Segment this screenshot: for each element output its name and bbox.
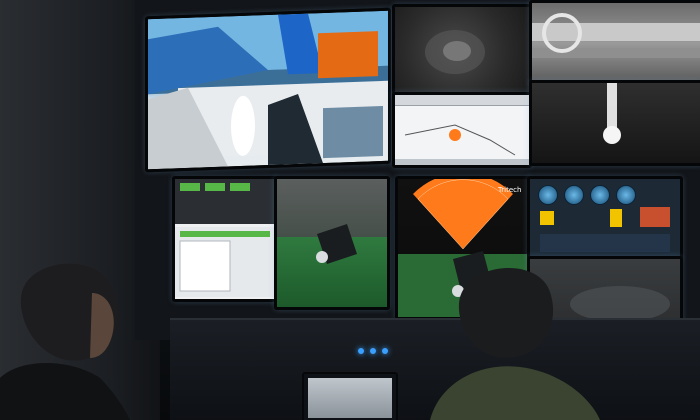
console-led (358, 348, 364, 354)
control-room-scene: Tritech (0, 0, 700, 420)
subsea-camera-feed-2 (603, 83, 621, 144)
telemetry-panels (175, 179, 275, 297)
console-led (382, 348, 388, 354)
telemetry-monitor (172, 176, 278, 302)
subsea-camera-feed-1 (425, 30, 485, 74)
rov-status-graphics (540, 207, 670, 252)
pipe-camera-feed (532, 13, 700, 58)
subsea-camera-monitor-2 (529, 80, 700, 166)
pipe-camera-monitor (529, 0, 700, 86)
console-led (370, 348, 376, 354)
navigation-software-monitor (392, 92, 532, 168)
navigation-toolbar (395, 95, 529, 106)
deck-camera-feed (148, 10, 388, 170)
rov-status-monitor (527, 176, 683, 260)
subsea-camera-monitor-1 (392, 4, 532, 98)
deck-camera-monitor (145, 7, 391, 173)
sonar-brand-label: Tritech (498, 186, 522, 194)
operator-left (0, 263, 130, 420)
tablet-device (302, 372, 398, 420)
seafloor-camera-monitor-1 (274, 176, 390, 310)
rov-arm-view-1 (316, 224, 357, 264)
tablet-screen (308, 378, 392, 418)
operator-right (430, 268, 600, 420)
